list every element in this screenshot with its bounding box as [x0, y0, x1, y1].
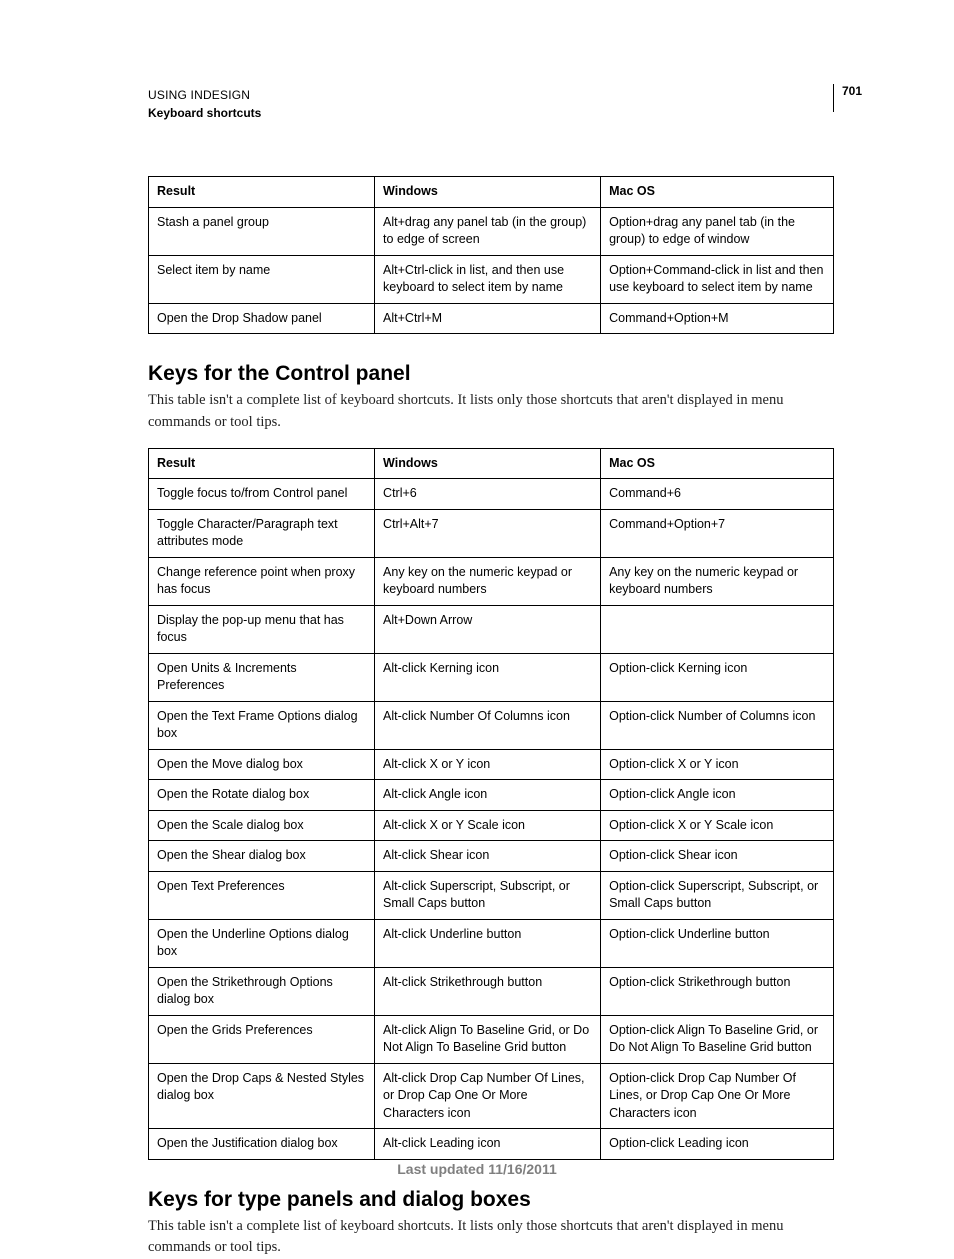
section-heading-type-panels: Keys for type panels and dialog boxes — [148, 1188, 834, 1212]
cell-macos: Command+Option+7 — [601, 509, 834, 557]
cell-windows: Ctrl+6 — [375, 479, 601, 510]
cell-result: Open the Drop Caps & Nested Styles dialo… — [149, 1063, 375, 1129]
header-left: USING INDESIGN Keyboard shortcuts — [148, 86, 261, 122]
table-row: Open the Shear dialog boxAlt-click Shear… — [149, 841, 834, 872]
col-macos: Mac OS — [601, 177, 834, 208]
cell-macos: Option-click Underline button — [601, 919, 834, 967]
cell-result: Open the Shear dialog box — [149, 841, 375, 872]
cell-macos: Option+drag any panel tab (in the group)… — [601, 207, 834, 255]
cell-windows: Alt+Ctrl-click in list, and then use key… — [375, 255, 601, 303]
footer-updated: Last updated 11/16/2011 — [0, 1161, 954, 1177]
cell-macos: Option-click Align To Baseline Grid, or … — [601, 1015, 834, 1063]
cell-result: Open Text Preferences — [149, 871, 375, 919]
cell-result: Change reference point when proxy has fo… — [149, 557, 375, 605]
cell-windows: Alt-click Superscript, Subscript, or Sma… — [375, 871, 601, 919]
table-row: Open Units & Increments PreferencesAlt-c… — [149, 653, 834, 701]
section-heading-control-panel: Keys for the Control panel — [148, 362, 834, 386]
table-row: Display the pop-up menu that has focusAl… — [149, 605, 834, 653]
cell-windows: Alt-click Drop Cap Number Of Lines, or D… — [375, 1063, 601, 1129]
cell-windows: Alt-click X or Y Scale icon — [375, 810, 601, 841]
col-windows: Windows — [375, 177, 601, 208]
cell-windows: Alt+Down Arrow — [375, 605, 601, 653]
cell-windows: Any key on the numeric keypad or keyboar… — [375, 557, 601, 605]
table-row: Open Text PreferencesAlt-click Superscri… — [149, 871, 834, 919]
table-row: Open the Scale dialog boxAlt-click X or … — [149, 810, 834, 841]
section-intro: This table isn't a complete list of keyb… — [148, 390, 834, 434]
cell-result: Open the Drop Shadow panel — [149, 303, 375, 334]
page-header: USING INDESIGN Keyboard shortcuts 701 — [148, 86, 834, 122]
cell-macos: Any key on the numeric keypad or keyboar… — [601, 557, 834, 605]
table-row: Open the Underline Options dialog boxAlt… — [149, 919, 834, 967]
cell-result: Open the Underline Options dialog box — [149, 919, 375, 967]
table-header-row: Result Windows Mac OS — [149, 177, 834, 208]
table-row: Open the Strikethrough Options dialog bo… — [149, 967, 834, 1015]
section-intro: This table isn't a complete list of keyb… — [148, 1216, 834, 1259]
cell-macos: Command+6 — [601, 479, 834, 510]
cell-windows: Alt+drag any panel tab (in the group) to… — [375, 207, 601, 255]
page: USING INDESIGN Keyboard shortcuts 701 Re… — [0, 0, 954, 1235]
header-section: Keyboard shortcuts — [148, 104, 261, 122]
col-macos: Mac OS — [601, 448, 834, 479]
cell-result: Open the Text Frame Options dialog box — [149, 701, 375, 749]
cell-macos: Option-click X or Y icon — [601, 749, 834, 780]
cell-windows: Alt-click Kerning icon — [375, 653, 601, 701]
cell-windows: Alt-click Leading icon — [375, 1129, 601, 1160]
cell-macos: Option-click Strikethrough button — [601, 967, 834, 1015]
table-row: Stash a panel group Alt+drag any panel t… — [149, 207, 834, 255]
table-row: Open the Move dialog boxAlt-click X or Y… — [149, 749, 834, 780]
cell-windows: Alt-click Strikethrough button — [375, 967, 601, 1015]
cell-macos: Option-click Leading icon — [601, 1129, 834, 1160]
cell-result: Open the Rotate dialog box — [149, 780, 375, 811]
table-row: Toggle Character/Paragraph text attribut… — [149, 509, 834, 557]
table-row: Open the Justification dialog boxAlt-cli… — [149, 1129, 834, 1160]
cell-result: Open the Grids Preferences — [149, 1015, 375, 1063]
cell-result: Open the Scale dialog box — [149, 810, 375, 841]
cell-macos: Option-click Angle icon — [601, 780, 834, 811]
col-windows: Windows — [375, 448, 601, 479]
table-row: Open the Text Frame Options dialog boxAl… — [149, 701, 834, 749]
cell-windows: Alt+Ctrl+M — [375, 303, 601, 334]
table-row: Open the Grids PreferencesAlt-click Alig… — [149, 1015, 834, 1063]
cell-macos: Option-click Kerning icon — [601, 653, 834, 701]
cell-macos: Option-click X or Y Scale icon — [601, 810, 834, 841]
cell-result: Open the Strikethrough Options dialog bo… — [149, 967, 375, 1015]
col-result: Result — [149, 448, 375, 479]
cell-windows: Alt-click Align To Baseline Grid, or Do … — [375, 1015, 601, 1063]
cell-macos: Option-click Shear icon — [601, 841, 834, 872]
cell-windows: Alt-click Angle icon — [375, 780, 601, 811]
cell-windows: Alt-click Number Of Columns icon — [375, 701, 601, 749]
table-header-row: Result Windows Mac OS — [149, 448, 834, 479]
table-row: Change reference point when proxy has fo… — [149, 557, 834, 605]
table-row: Open the Drop Caps & Nested Styles dialo… — [149, 1063, 834, 1129]
table-row: Select item by name Alt+Ctrl-click in li… — [149, 255, 834, 303]
cell-macos: Option-click Number of Columns icon — [601, 701, 834, 749]
header-product: USING INDESIGN — [148, 86, 261, 104]
cell-result: Stash a panel group — [149, 207, 375, 255]
page-number: 701 — [833, 84, 862, 112]
cell-result: Toggle focus to/from Control panel — [149, 479, 375, 510]
cell-windows: Alt-click Shear icon — [375, 841, 601, 872]
cell-result: Open Units & Increments Preferences — [149, 653, 375, 701]
col-result: Result — [149, 177, 375, 208]
cell-result: Display the pop-up menu that has focus — [149, 605, 375, 653]
cell-windows: Alt-click X or Y icon — [375, 749, 601, 780]
cell-result: Open the Justification dialog box — [149, 1129, 375, 1160]
cell-macos: Option+Command-click in list and then us… — [601, 255, 834, 303]
cell-windows: Alt-click Underline button — [375, 919, 601, 967]
cell-macos: Option-click Superscript, Subscript, or … — [601, 871, 834, 919]
cell-macos — [601, 605, 834, 653]
shortcuts-table-control-panel: Result Windows Mac OS Toggle focus to/fr… — [148, 448, 834, 1160]
cell-result: Select item by name — [149, 255, 375, 303]
cell-macos: Command+Option+M — [601, 303, 834, 334]
table-row: Open the Drop Shadow panel Alt+Ctrl+M Co… — [149, 303, 834, 334]
table-row: Open the Rotate dialog boxAlt-click Angl… — [149, 780, 834, 811]
table-row: Toggle focus to/from Control panelCtrl+6… — [149, 479, 834, 510]
cell-macos: Option-click Drop Cap Number Of Lines, o… — [601, 1063, 834, 1129]
cell-result: Toggle Character/Paragraph text attribut… — [149, 509, 375, 557]
cell-result: Open the Move dialog box — [149, 749, 375, 780]
shortcuts-table-panels: Result Windows Mac OS Stash a panel grou… — [148, 176, 834, 334]
cell-windows: Ctrl+Alt+7 — [375, 509, 601, 557]
